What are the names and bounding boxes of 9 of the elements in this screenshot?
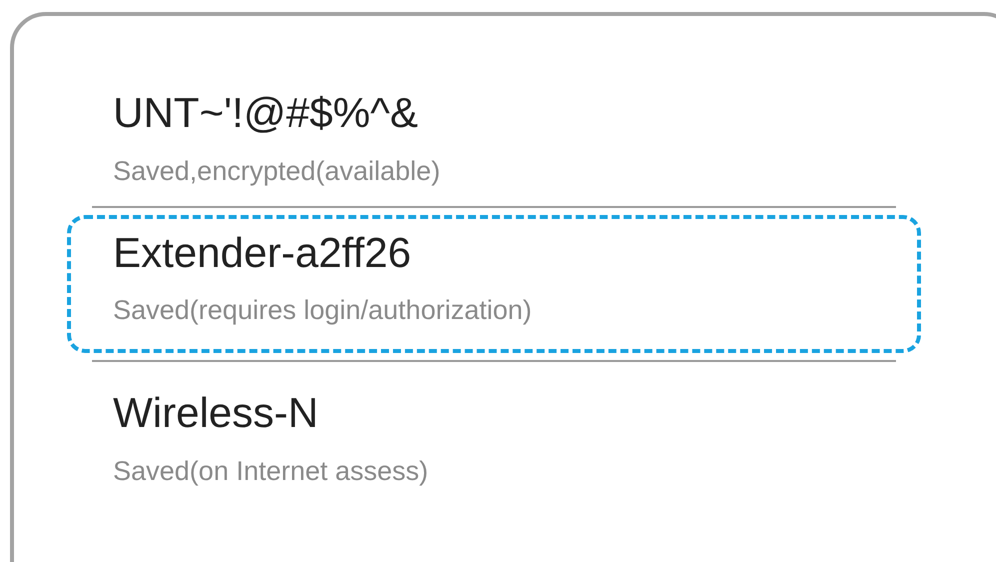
network-name: Wireless-N [113,388,320,438]
network-item[interactable]: Wireless-N Saved(on Internet assess) [92,362,896,506]
network-item[interactable]: UNT~'!@#$%^& Saved,encrypted(available) [92,62,896,206]
network-status: Saved(on Internet assess) [113,455,430,488]
network-name: Extender-a2ff26 [113,228,412,278]
network-status: Saved(requires login/authorization) [113,294,533,327]
network-item[interactable]: Extender-a2ff26 Saved(requires login/authorization) [67,215,921,353]
network-status: Saved,encrypted(available) [113,155,442,188]
network-name: UNT~'!@#$%^& [113,88,419,138]
